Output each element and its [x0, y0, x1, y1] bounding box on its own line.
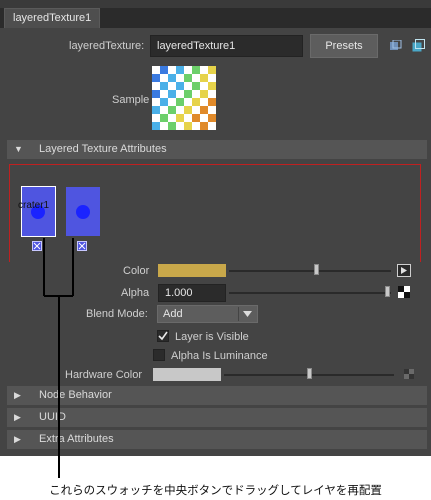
annotation-callout-lines [43, 238, 74, 478]
annotation-caption: これらのスウォッチを中央ボタンでドラッグしてレイヤを再配置 [49, 485, 382, 497]
